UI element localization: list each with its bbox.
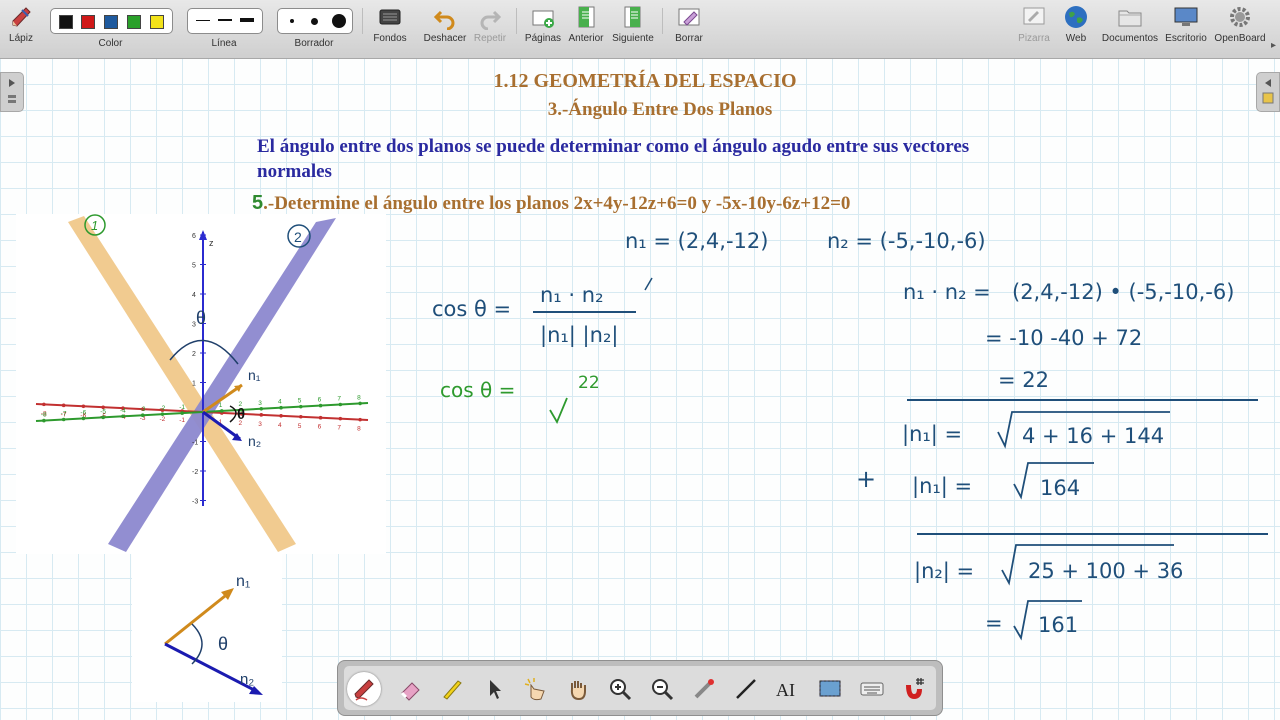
hand-tool-icon[interactable] xyxy=(564,675,592,703)
keyboard-icon[interactable] xyxy=(858,675,886,703)
dot-product-step: = -10 -40 + 72 xyxy=(985,326,1142,350)
dot-product-lhs: n₁ · n₂ = xyxy=(903,280,991,304)
cos-formula-lhs: cos θ = xyxy=(432,297,511,321)
plus-sign: + xyxy=(856,465,876,493)
pointer-tool-icon[interactable] xyxy=(480,675,508,703)
drawing-tools-inner: AI xyxy=(344,666,936,710)
cos-formula-denominator: |n₁| |n₂| xyxy=(540,323,618,348)
norm-n1-lhs: |n₁| = xyxy=(902,422,962,447)
laser-pointer-icon[interactable] xyxy=(690,675,718,703)
norm-n2-radicand: 25 + 100 + 36 xyxy=(1028,559,1183,583)
cos-formula-numerator: n₁ · n₂ xyxy=(540,283,603,307)
norm-n1-simplified-lhs: |n₁| = xyxy=(912,474,972,499)
norm-n2-lhs: |n₂| = xyxy=(914,559,974,584)
norm-n2-simplified-lhs: = xyxy=(985,611,1003,635)
dot-product-result: = 22 xyxy=(998,368,1049,392)
zoom-in-icon[interactable] xyxy=(606,675,634,703)
interact-tool-icon[interactable] xyxy=(522,675,550,703)
pen-tool-icon[interactable] xyxy=(347,672,381,706)
cos-value-numerator: 22 xyxy=(578,373,600,393)
text-tool-icon[interactable]: AI xyxy=(774,675,802,703)
cos-value-lhs: cos θ = xyxy=(440,378,515,402)
dot-product-rhs: (2,4,-12) • (-5,-10,-6) xyxy=(1012,280,1234,304)
norm-n2-simplified-radicand: 161 xyxy=(1038,613,1078,637)
eraser-tool-icon[interactable] xyxy=(396,675,424,703)
cos-value-radical xyxy=(549,397,568,425)
zoom-out-icon[interactable] xyxy=(648,675,676,703)
check-mark xyxy=(644,277,653,291)
norm-n1-radicand: 4 + 16 + 144 xyxy=(1022,424,1164,448)
n2-definition: n₂ = (-5,-10,-6) xyxy=(827,229,986,253)
drawing-tools-bar: AI xyxy=(337,660,943,716)
highlighter-tool-icon[interactable] xyxy=(438,675,466,703)
svg-text:AI: AI xyxy=(776,680,795,700)
handwritten-work: n₁ = (2,4,-12) n₂ = (-5,-10,-6) cos θ = … xyxy=(432,229,1268,641)
magnet-icon[interactable] xyxy=(900,675,928,703)
capture-tool-icon[interactable] xyxy=(816,675,844,703)
line-tool-icon[interactable] xyxy=(732,675,760,703)
n1-definition: n₁ = (2,4,-12) xyxy=(625,229,768,253)
norm-n1-simplified-radicand: 164 xyxy=(1040,476,1080,500)
